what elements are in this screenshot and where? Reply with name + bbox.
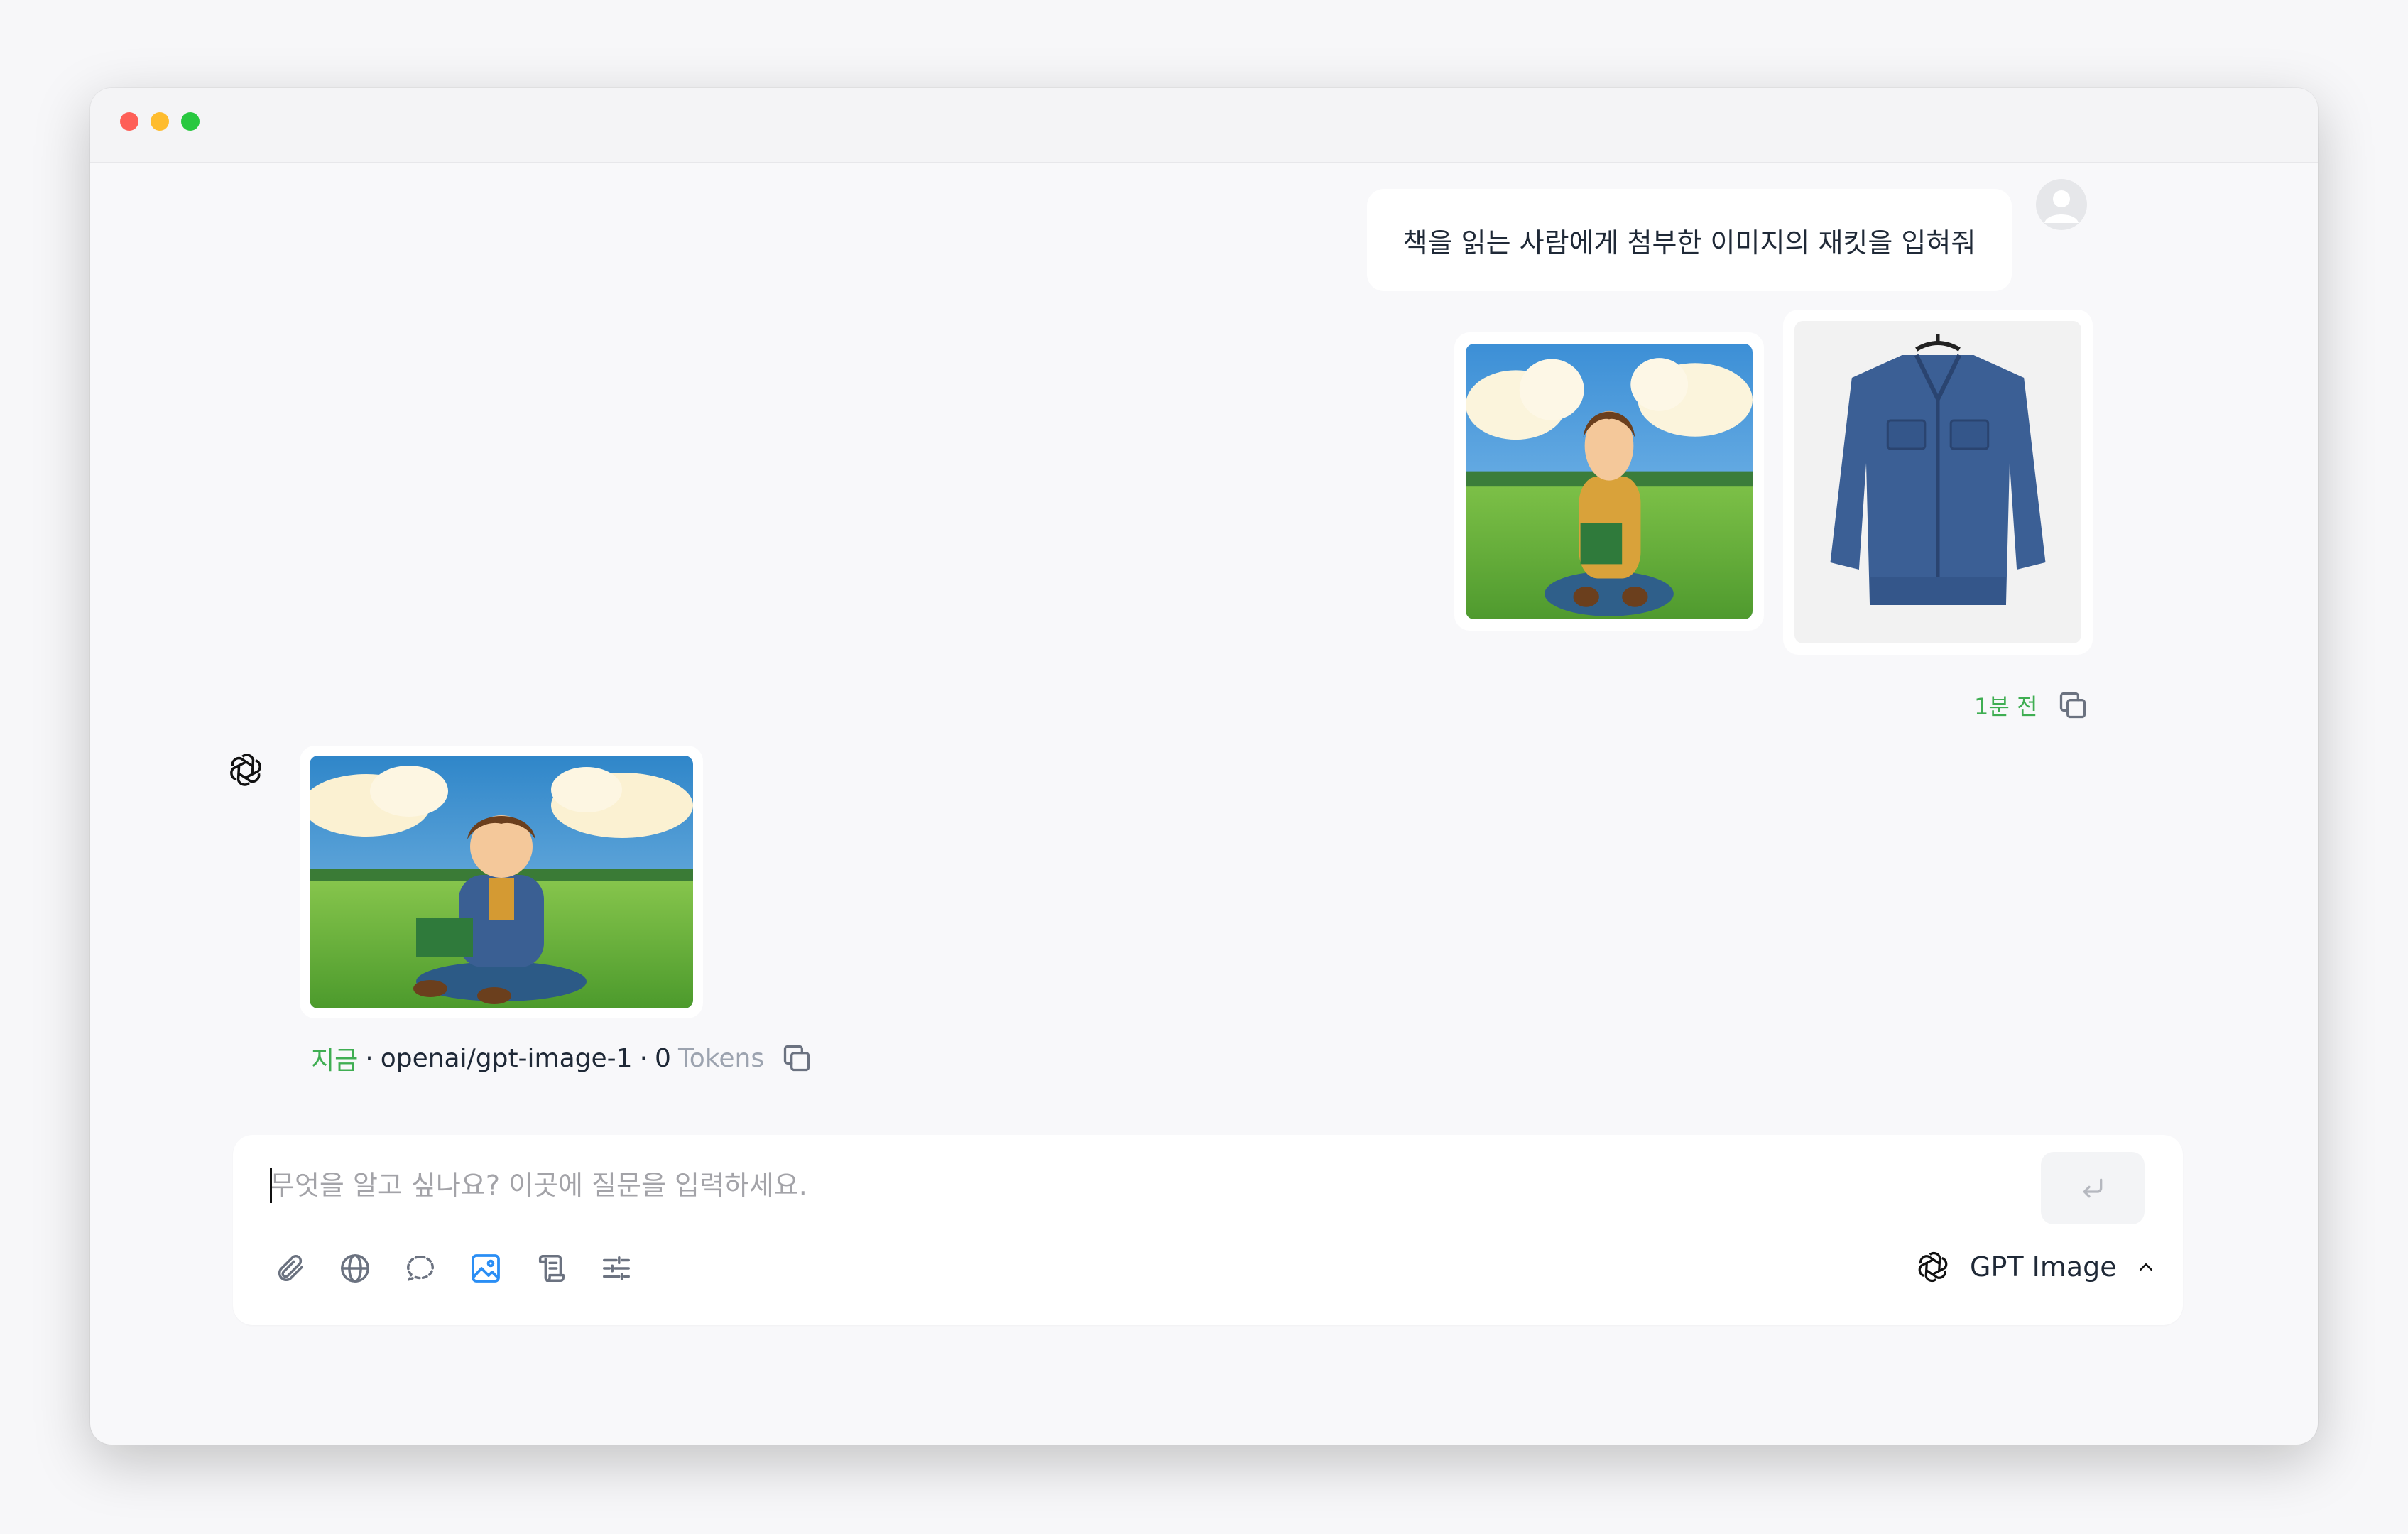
user-message-bubble: 책을 읽는 사람에게 첨부한 이미지의 재킷을 입혀줘 <box>1367 189 2012 291</box>
copy-icon[interactable] <box>781 1043 812 1074</box>
composer-toolbar <box>271 1250 635 1287</box>
assistant-message-time: 지금 <box>311 1046 359 1075</box>
send-button[interactable] <box>2041 1152 2145 1224</box>
user-avatar <box>2036 179 2087 230</box>
chevron-up-icon <box>2139 1263 2152 1271</box>
denim-jacket-image <box>1794 321 2081 643</box>
generated-image[interactable] <box>300 746 703 1018</box>
chat-input[interactable] <box>268 1163 2047 1207</box>
assistant-message-meta: 지금 · openai/gpt-image-1 · 0 Tokens <box>311 1040 812 1077</box>
enter-icon <box>2083 1178 2103 1198</box>
zoom-window-button[interactable] <box>181 112 200 131</box>
close-window-button[interactable] <box>120 112 138 131</box>
user-message-text: 책을 읽는 사람에게 첨부한 이미지의 재킷을 입혀줘 <box>1402 227 1976 259</box>
boy-in-denim-jacket-image <box>310 756 693 1008</box>
meta-separator: · <box>639 1043 648 1073</box>
openai-logo-icon <box>226 750 266 790</box>
copy-icon[interactable] <box>2057 690 2088 721</box>
meta-separator: · <box>365 1043 374 1073</box>
prompt-scroll-icon[interactable] <box>533 1250 570 1287</box>
openai-logo-icon <box>1918 1251 1948 1283</box>
token-label: Tokens <box>677 1043 765 1073</box>
titlebar <box>90 88 2318 163</box>
text-caret <box>270 1168 272 1203</box>
attached-image-reading-boy[interactable] <box>1454 332 1764 631</box>
model-label: GPT Image <box>1970 1251 2117 1283</box>
image-generation-icon[interactable] <box>467 1250 504 1287</box>
assistant-model-name: openai/gpt-image-1 <box>380 1043 633 1073</box>
settings-sliders-icon[interactable] <box>598 1250 635 1287</box>
attach-icon[interactable] <box>271 1250 308 1287</box>
attached-image-denim-jacket[interactable] <box>1783 310 2093 655</box>
minimize-window-button[interactable] <box>151 112 169 131</box>
globe-icon[interactable] <box>337 1250 374 1287</box>
model-selector[interactable]: GPT Image <box>1914 1249 2157 1285</box>
reading-boy-image <box>1466 344 1753 619</box>
composer: GPT Image <box>233 1135 2183 1325</box>
user-message-meta: 1분 전 <box>1974 689 2088 722</box>
token-count: 0 <box>655 1043 671 1073</box>
user-message-time: 1분 전 <box>1974 693 2038 720</box>
reasoning-chat-icon[interactable] <box>402 1250 439 1287</box>
